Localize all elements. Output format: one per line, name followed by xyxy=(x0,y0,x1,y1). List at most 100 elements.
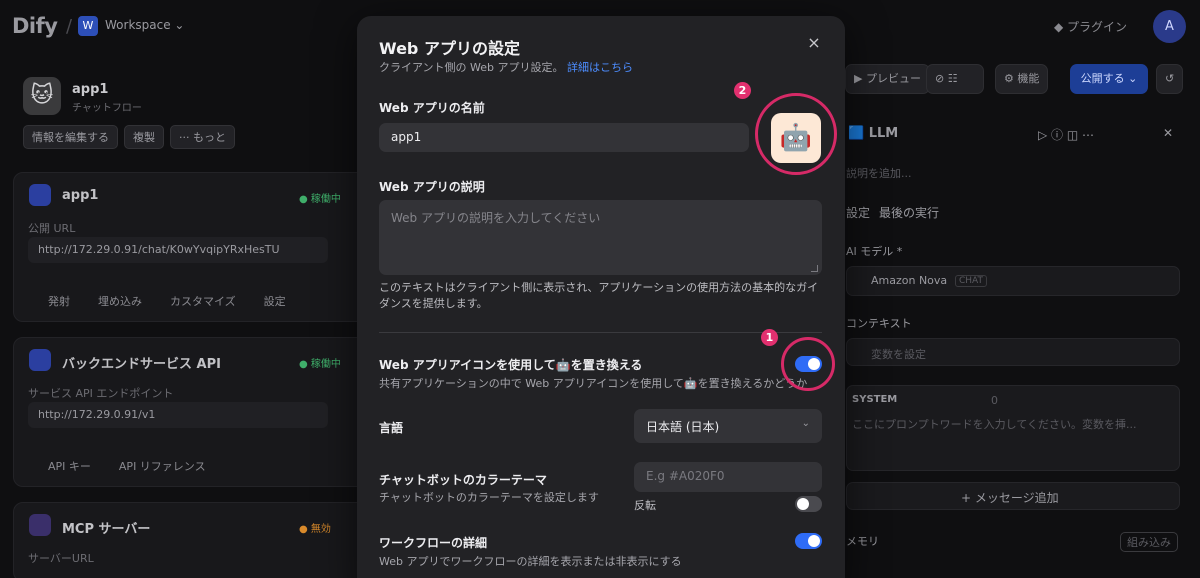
webapp-name-input[interactable]: app1 xyxy=(379,123,749,152)
modal-title: Web アプリの設定 xyxy=(379,39,520,58)
node-desc-placeholder[interactable]: 説明を追加... xyxy=(846,165,912,181)
system-label: SYSTEM xyxy=(852,394,898,405)
app-actions: 情報を編集する 複製 ··· もっと xyxy=(23,125,235,149)
language-value: 日本語 (日本) xyxy=(646,420,720,434)
preview-button[interactable]: ▶ プレビュー xyxy=(845,64,930,94)
workspace-badge[interactable]: W xyxy=(78,16,98,36)
highlight-ring-toggle xyxy=(781,337,835,391)
mcp-card-title: MCP サーバー xyxy=(62,522,151,537)
webapp-actions: 発射 埋め込み カスタマイズ 設定 xyxy=(48,293,286,309)
embed-link[interactable]: 埋め込み xyxy=(98,293,142,309)
plugins-label: プラグイン xyxy=(1067,20,1128,34)
webapp-description-textarea[interactable]: Web アプリの説明を入力してください xyxy=(379,200,822,275)
chevron-down-icon: ⌄ xyxy=(801,418,810,429)
toggle-knob xyxy=(797,498,809,510)
color-theme-input[interactable]: E.g #A020F0 xyxy=(634,462,822,492)
invert-label: 反転 xyxy=(634,499,656,512)
replace-icon-description: 共有アプリケーションの中で Web アプリアイコンを使用して🤖を置き換えるかどう… xyxy=(379,377,808,390)
model-tag: CHAT xyxy=(955,275,988,287)
workspace-selector[interactable]: Workspace ⌄ xyxy=(105,18,184,32)
api-endpoint-url: http://172.29.0.91/v1 xyxy=(28,402,328,428)
api-endpoint-label: サービス API エンドポイント xyxy=(28,387,174,400)
context-selector[interactable]: 変数を設定 xyxy=(846,338,1180,366)
color-theme-label: チャットボットのカラーテーマ xyxy=(379,473,547,487)
llm-title-text: LLM xyxy=(868,126,899,141)
preview-label: プレビュー xyxy=(865,72,921,85)
api-icon xyxy=(29,349,51,371)
context-label: コンテキスト xyxy=(846,317,912,330)
invert-toggle[interactable] xyxy=(795,496,822,512)
system-prompt-box[interactable]: SYSTEM 0 ここにプロンプトワードを入力してください。変数を挿... xyxy=(846,385,1180,471)
workflow-details-description: Web アプリでワークフローの詳細を表示または非表示にする xyxy=(379,555,682,568)
app-icon: 🐱 xyxy=(23,77,61,115)
resize-handle-icon[interactable] xyxy=(811,265,818,272)
app-type: チャットフロー xyxy=(72,103,142,114)
api-card: バックエンドサービス API ● 稼働中 サービス API エンドポイント ht… xyxy=(13,337,368,487)
webapp-card: app1 ● 稼働中 公開 URL http://172.29.0.91/cha… xyxy=(13,172,368,322)
settings-link[interactable]: 設定 xyxy=(264,293,286,309)
modal-subtitle: クライアント側の Web アプリ設定。 詳細はこちら xyxy=(379,59,633,75)
tab-last-run[interactable]: 最後の実行 xyxy=(879,204,939,221)
language-label: 言語 xyxy=(379,421,404,435)
model-label: AI モデル * xyxy=(846,245,903,258)
api-reference-link[interactable]: API リファレンス xyxy=(119,458,206,474)
api-key-link[interactable]: API キー xyxy=(48,458,91,474)
model-name: Amazon Nova xyxy=(871,274,948,287)
close-node-icon[interactable]: ✕ xyxy=(1163,126,1173,140)
app-name: app1 xyxy=(72,82,109,97)
breadcrumb-separator: / xyxy=(66,16,73,37)
description-help-text: このテキストはクライアント側に表示され、アプリケーションの使用方法の基本的なガイ… xyxy=(379,281,819,310)
annotation-badge-1: 1 xyxy=(761,329,778,346)
features-label: 機能 xyxy=(1017,72,1040,85)
api-actions: API キー API リファレンス xyxy=(48,458,206,474)
memory-value[interactable]: 組み込み xyxy=(1120,532,1178,552)
webapp-card-title: app1 xyxy=(62,188,99,203)
tab-settings[interactable]: 設定 xyxy=(846,204,870,221)
add-message-button[interactable]: + メッセージ追加 xyxy=(846,482,1180,510)
publish-button[interactable]: 公開する ⌄ xyxy=(1070,64,1148,94)
status-badge: ● 無効 xyxy=(299,524,331,535)
history-button[interactable]: ↺ xyxy=(1156,64,1184,94)
node-toolbar-icons[interactable]: ▷ ⓘ ◫ ⋯ xyxy=(1038,126,1094,143)
llm-node-title: 🟦 LLM xyxy=(848,126,899,141)
webapp-description-label: Web アプリの説明 xyxy=(379,180,485,194)
workflow-details-toggle[interactable] xyxy=(795,533,822,549)
plugins-button[interactable]: ◆ プラグイン xyxy=(1054,18,1127,35)
duplicate-button[interactable]: 複製 xyxy=(124,125,164,149)
replace-icon-label: Web アプリアイコンを使用して🤖を置き換える xyxy=(379,358,643,372)
dify-logo: Dify xyxy=(12,14,58,38)
app-sidebar: 🐱 app1 チャットフロー 情報を編集する 複製 ··· もっと app1 ●… xyxy=(0,52,370,578)
close-icon[interactable]: × xyxy=(805,34,823,52)
modal-subtitle-text: クライアント側の Web アプリ設定。 xyxy=(379,61,564,74)
api-card-title: バックエンドサービス API xyxy=(62,357,221,372)
customize-link[interactable]: カスタマイズ xyxy=(170,293,236,309)
learn-more-link[interactable]: 詳細はこちら xyxy=(567,61,633,74)
color-theme-description: チャットボットのカラーテーマを設定します xyxy=(379,491,599,504)
checklist-button[interactable]: ⊘ ☷ xyxy=(926,64,984,94)
memory-label: メモリ xyxy=(846,535,879,548)
system-placeholder: ここにプロンプトワードを入力してください。変数を挿... xyxy=(852,418,1137,431)
webapp-icon xyxy=(29,184,51,206)
model-selector[interactable]: Amazon Nova CHAT xyxy=(846,266,1180,296)
server-url-label: サーバーURL xyxy=(28,552,94,565)
status-badge: ● 稼働中 xyxy=(299,359,341,370)
mcp-card: MCP サーバー ● 無効 サーバーURL xyxy=(13,502,368,578)
add-message-label: + メッセージ追加 xyxy=(961,491,1059,505)
workflow-details-label: ワークフローの詳細 xyxy=(379,536,488,550)
launch-link[interactable]: 発射 xyxy=(48,293,70,309)
user-avatar[interactable]: A xyxy=(1153,10,1186,43)
divider xyxy=(379,332,822,333)
features-button[interactable]: ⚙ 機能 xyxy=(995,64,1049,94)
toggle-knob xyxy=(808,535,820,547)
highlight-ring-icon-picker xyxy=(755,93,837,175)
context-placeholder: 変数を設定 xyxy=(871,348,926,361)
public-url-label: 公開 URL xyxy=(28,222,76,235)
annotation-badge-2: 2 xyxy=(734,82,751,99)
language-select[interactable]: 日本語 (日本) ⌄ xyxy=(634,409,822,443)
description-placeholder: Web アプリの説明を入力してください xyxy=(391,211,601,225)
more-button[interactable]: ··· もっと xyxy=(170,125,235,149)
system-count: 0 xyxy=(991,394,998,407)
status-badge: ● 稼働中 xyxy=(299,194,341,205)
webapp-name-label: Web アプリの名前 xyxy=(379,101,485,115)
edit-info-button[interactable]: 情報を編集する xyxy=(23,125,118,149)
